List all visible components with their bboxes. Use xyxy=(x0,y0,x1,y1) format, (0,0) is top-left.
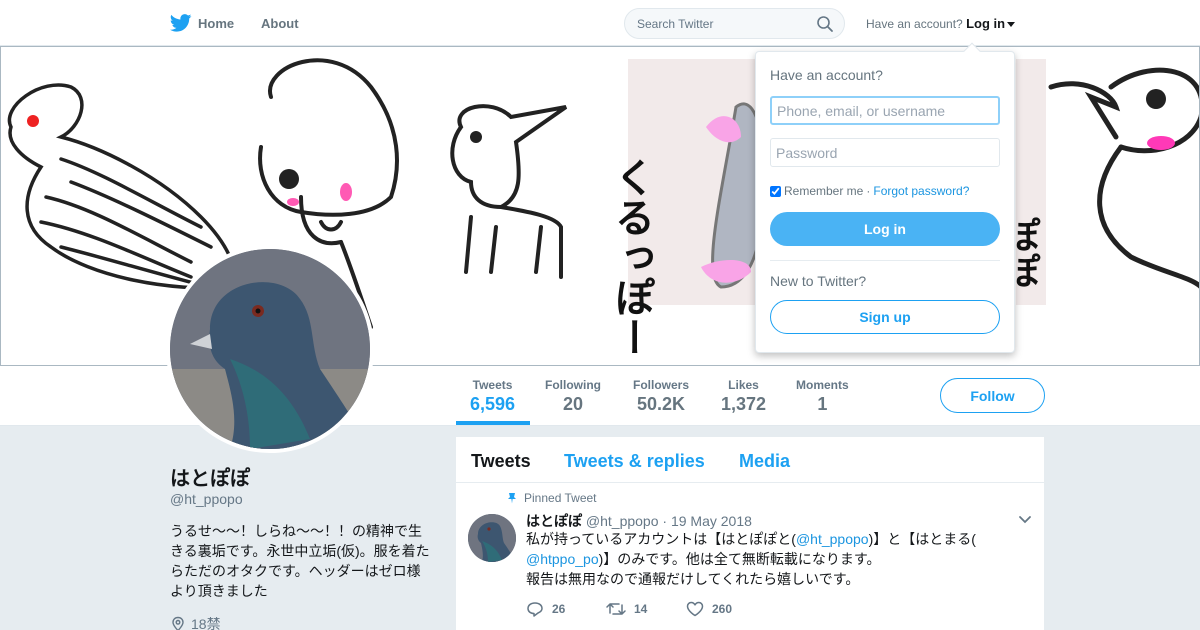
tab-tweets[interactable]: Tweets xyxy=(471,451,531,472)
remember-me-checkbox[interactable] xyxy=(770,185,781,197)
have-account-text: Have an account? xyxy=(866,17,963,31)
username-field[interactable] xyxy=(770,96,1000,125)
location-text: 18禁 xyxy=(191,616,221,630)
stat-tweets[interactable]: Tweets 6,596 xyxy=(470,378,515,415)
tweet-header: はとぽぽ @ht_ppopo · 19 May 2018 xyxy=(526,511,752,531)
reply-count: 26 xyxy=(552,602,566,616)
login-dropdown-title: Have an account? xyxy=(770,67,883,83)
reply-icon xyxy=(527,602,543,617)
profile-handle[interactable]: @ht_ppopo xyxy=(170,491,243,507)
tweet-text: 私が持っているアカウントは【はとぽぽと(@ht_ppopo)】と【はとまる( @… xyxy=(526,529,1026,589)
tweet-text-part: )】のみです。他は全て無断転載になります。 xyxy=(598,551,881,567)
stat-moments-label: Moments xyxy=(796,378,849,392)
location-pin-icon xyxy=(172,616,184,630)
follow-button[interactable]: Follow xyxy=(940,378,1045,413)
stat-followers[interactable]: Followers 50.2K xyxy=(633,378,689,415)
avatar[interactable] xyxy=(166,245,374,453)
active-tab-indicator xyxy=(456,421,530,425)
tweet-text-part: 私が持っているアカウントは【はとぽぽと( xyxy=(526,531,796,547)
stat-following[interactable]: Following 20 xyxy=(545,378,601,415)
new-to-twitter-text: New to Twitter? xyxy=(770,273,867,289)
tweet-text-part: 報告は無用なので通報だけしてくれたら嬉しいです。 xyxy=(526,571,860,587)
stat-following-label: Following xyxy=(545,378,601,392)
nav-home-label: Home xyxy=(198,15,235,31)
like-count: 260 xyxy=(712,602,733,616)
timeline-tabs: Tweets Tweets & replies Media xyxy=(456,437,1044,483)
tab-media[interactable]: Media xyxy=(739,451,790,472)
tweet-author-handle[interactable]: @ht_ppopo xyxy=(586,513,659,529)
stat-likes-label: Likes xyxy=(728,378,759,392)
nav-home-link[interactable]: Home xyxy=(170,12,234,34)
stat-following-value: 20 xyxy=(562,394,584,414)
tweet-author-name[interactable]: はとぽぽ xyxy=(526,513,582,529)
search-icon[interactable] xyxy=(816,15,834,33)
top-navigation-bar: Home About Have an account? Log in xyxy=(0,0,1200,46)
profile-location: 18禁 xyxy=(170,614,221,630)
remember-me-label[interactable]: Remember me xyxy=(784,184,863,198)
header-kana-column: くるっぽー xyxy=(608,157,654,357)
search-box xyxy=(624,8,845,39)
link-separator: · xyxy=(866,184,871,198)
like-action[interactable]: 260 xyxy=(686,601,766,617)
tweet-date[interactable]: 19 May 2018 xyxy=(671,513,752,529)
stat-tweets-label: Tweets xyxy=(472,378,513,392)
dropdown-divider xyxy=(770,260,1000,261)
login-dropdown: Have an account? Remember me · Forgot pa… xyxy=(755,42,1015,353)
tweet-actions: 26 14 260 xyxy=(526,601,766,617)
tweet-mention-link[interactable]: @ht_ppopo xyxy=(796,531,869,547)
tweet-text-part: )】と【はとまる( xyxy=(868,531,976,547)
nav-about-link[interactable]: About xyxy=(261,16,299,31)
stat-likes[interactable]: Likes 1,372 xyxy=(721,378,766,415)
twitter-bird-icon xyxy=(170,14,192,32)
account-prompt: Have an account? Log in xyxy=(866,16,1016,31)
pinned-tweet-label: Pinned Tweet xyxy=(506,491,597,505)
pigeon-avatar-small xyxy=(468,514,516,562)
retweet-icon xyxy=(606,603,626,615)
reply-action[interactable]: 26 xyxy=(526,601,606,617)
chevron-down-icon[interactable] xyxy=(1018,515,1032,525)
stat-likes-value: 1,372 xyxy=(721,394,767,414)
stat-moments[interactable]: Moments 1 xyxy=(796,378,849,415)
stat-followers-value: 50.2K xyxy=(636,394,686,414)
remember-me-row: Remember me · Forgot password? xyxy=(770,184,969,198)
search-input[interactable] xyxy=(637,15,807,33)
chevron-down-icon xyxy=(1007,22,1016,28)
login-dropdown-toggle[interactable]: Log in xyxy=(966,16,1016,31)
tweet-date-separator: · xyxy=(662,513,668,529)
login-button[interactable]: Log in xyxy=(770,212,1000,246)
timeline: Tweets Tweets & replies Media Pinned Twe… xyxy=(456,437,1044,630)
retweet-action[interactable]: 14 xyxy=(606,601,686,617)
stat-tweets-value: 6,596 xyxy=(470,394,516,414)
profile-name: はとぽぽ xyxy=(170,468,250,490)
retweet-count: 14 xyxy=(634,602,648,616)
stat-followers-label: Followers xyxy=(633,378,690,392)
heart-icon xyxy=(686,601,704,617)
pinned-tweet-text: Pinned Tweet xyxy=(524,491,597,505)
forgot-password-link[interactable]: Forgot password? xyxy=(873,184,969,198)
pin-icon xyxy=(508,493,516,504)
tweet-mention-link[interactable]: @htppo_po xyxy=(526,551,599,567)
pigeon-avatar-image xyxy=(170,249,370,449)
tweet-avatar[interactable] xyxy=(468,514,516,562)
stat-moments-value: 1 xyxy=(817,394,828,414)
signup-button[interactable]: Sign up xyxy=(770,300,1000,334)
profile-bio: うるせ〜〜！しらね〜〜！！の精神で生きる裏垢です。永世中立垢(仮)。服を着たらた… xyxy=(170,523,430,599)
login-toggle-label: Log in xyxy=(966,16,1006,31)
password-field[interactable] xyxy=(770,138,1000,167)
tab-tweets-replies[interactable]: Tweets & replies xyxy=(564,451,705,472)
